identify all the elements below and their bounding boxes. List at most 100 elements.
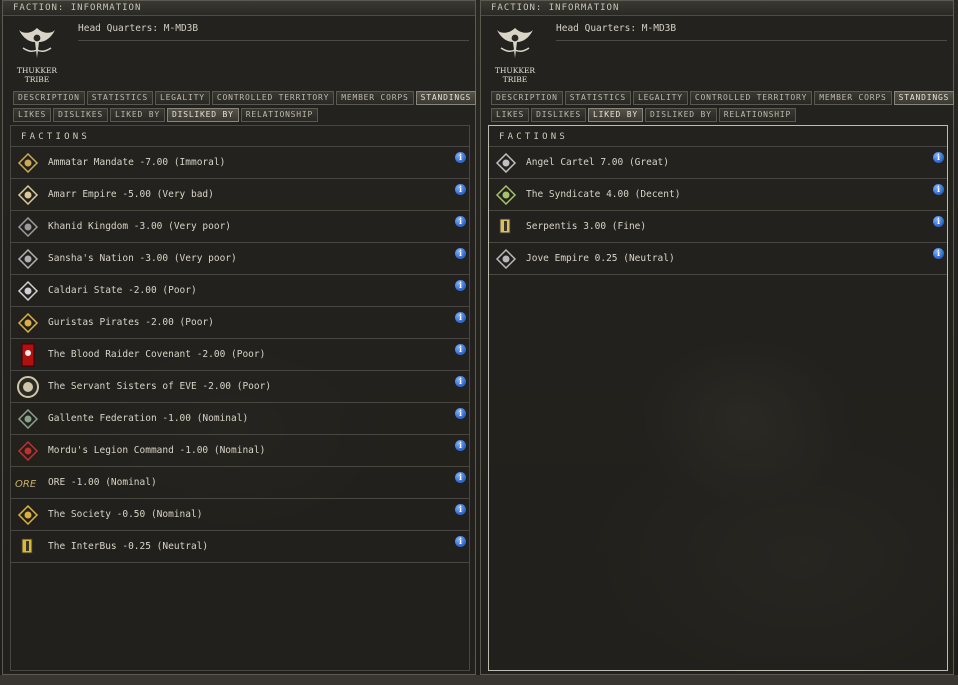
window-title[interactable]: FACTION: INFORMATION — [481, 1, 953, 16]
tab-legality[interactable]: LEGALITY — [632, 91, 688, 105]
info-icon[interactable]: i — [933, 216, 944, 227]
subtab-liked-by[interactable]: LIKED BY — [588, 108, 643, 122]
factions-header: FACTIONS — [11, 126, 469, 147]
tab-member-corps[interactable]: MEMBER CORPS — [814, 91, 892, 105]
window-title[interactable]: FACTION: INFORMATION — [3, 1, 475, 16]
amarr-icon — [14, 181, 42, 209]
thukker-tribe-icon — [497, 28, 533, 58]
list-item[interactable]: Amarr Empire -5.00 (Very bad) i — [11, 179, 469, 211]
info-icon[interactable]: i — [455, 504, 466, 515]
tab-standings[interactable]: STANDINGS — [893, 91, 955, 105]
info-icon[interactable]: i — [933, 248, 944, 259]
list-item[interactable]: Gallente Federation -1.00 (Nominal) i — [11, 403, 469, 435]
list-item[interactable]: ORE ORE -1.00 (Nominal) i — [11, 467, 469, 499]
faction-info-window: FACTION: INFORMATION THUKKER TRIBE Head … — [480, 0, 955, 675]
factions-list-panel[interactable]: FACTIONS Ammatar Mandate -7.00 (Immoral)… — [10, 125, 470, 671]
faction-standing-text: Amarr Empire -5.00 (Very bad) — [48, 189, 214, 200]
list-item[interactable]: Khanid Kingdom -3.00 (Very poor) i — [11, 211, 469, 243]
blood-raider-icon — [14, 341, 42, 369]
sansha-icon — [14, 245, 42, 273]
list-item[interactable]: Angel Cartel 7.00 (Great) i — [489, 147, 947, 179]
standings-subtabs: LIKES DISLIKES LIKED BY DISLIKED BY RELATION… — [491, 108, 797, 122]
faction-logo: THUKKER TRIBE — [489, 24, 541, 86]
interbus-icon — [14, 533, 42, 561]
society-icon — [14, 501, 42, 529]
list-item[interactable]: Sansha's Nation -3.00 (Very poor) i — [11, 243, 469, 275]
info-icon[interactable]: i — [455, 440, 466, 451]
info-icon[interactable]: i — [455, 216, 466, 227]
tab-description[interactable]: DESCRIPTION — [13, 91, 85, 105]
faction-standing-text: Ammatar Mandate -7.00 (Immoral) — [48, 157, 226, 168]
faction-standing-text: The Syndicate 4.00 (Decent) — [526, 189, 681, 200]
subtab-disliked-by[interactable]: DISLIKED BY — [166, 108, 239, 122]
subtab-disliked-by[interactable]: DISLIKED BY — [644, 108, 717, 122]
list-item[interactable]: The Blood Raider Covenant -2.00 (Poor) i — [11, 339, 469, 371]
info-icon[interactable]: i — [455, 472, 466, 483]
tab-standings[interactable]: STANDINGS — [415, 91, 477, 105]
list-item[interactable]: The Servant Sisters of EVE -2.00 (Poor) … — [11, 371, 469, 403]
thukker-tribe-icon — [19, 28, 55, 58]
list-item[interactable]: Serpentis 3.00 (Fine) i — [489, 211, 947, 243]
logo-line-2: TRIBE — [502, 75, 528, 84]
syndicate-icon — [492, 181, 520, 209]
list-item[interactable]: Caldari State -2.00 (Poor) i — [11, 275, 469, 307]
faction-logo: THUKKER TRIBE — [11, 24, 63, 86]
subtab-relationship[interactable]: RELATIONSHIP — [240, 108, 319, 122]
tab-description[interactable]: DESCRIPTION — [491, 91, 563, 105]
subtab-dislikes[interactable]: DISLIKES — [53, 108, 109, 122]
faction-standing-text: Serpentis 3.00 (Fine) — [526, 221, 647, 232]
tab-legality[interactable]: LEGALITY — [154, 91, 210, 105]
tab-statistics[interactable]: STATISTICS — [564, 91, 631, 105]
caldari-icon — [14, 277, 42, 305]
faction-standing-text: The Society -0.50 (Nominal) — [48, 509, 203, 520]
list-item[interactable]: The Society -0.50 (Nominal) i — [11, 499, 469, 531]
list-item[interactable]: Jove Empire 0.25 (Neutral) i — [489, 243, 947, 275]
standings-subtabs: LIKES DISLIKES LIKED BY DISLIKED BY RELATION… — [13, 108, 319, 122]
faction-standing-text: Khanid Kingdom -3.00 (Very poor) — [48, 221, 232, 232]
info-icon[interactable]: i — [933, 184, 944, 195]
subtab-dislikes[interactable]: DISLIKES — [531, 108, 587, 122]
gallente-icon — [14, 405, 42, 433]
guristas-icon — [14, 309, 42, 337]
faction-standing-text: The Blood Raider Covenant -2.00 (Poor) — [48, 349, 266, 360]
main-tabs: DESCRIPTION STATISTICS LEGALITY CONTROLLED … — [491, 91, 955, 105]
info-icon[interactable]: i — [455, 376, 466, 387]
info-icon[interactable]: i — [455, 184, 466, 195]
faction-header: THUKKER TRIBE Head Quarters: M-MD3B — [481, 16, 953, 90]
tab-controlled-territory[interactable]: CONTROLLED TERRITORY — [689, 91, 813, 105]
faction-standing-text: Angel Cartel 7.00 (Great) — [526, 157, 669, 168]
list-item[interactable]: The InterBus -0.25 (Neutral) i — [11, 531, 469, 563]
info-icon[interactable]: i — [933, 152, 944, 163]
info-icon[interactable]: i — [455, 280, 466, 291]
subtab-liked-by[interactable]: LIKED BY — [110, 108, 165, 122]
divider — [556, 40, 947, 41]
ammatar-icon — [14, 149, 42, 177]
faction-standing-text: Mordu's Legion Command -1.00 (Nominal) — [48, 445, 266, 456]
faction-logo-text: THUKKER TRIBE — [11, 66, 63, 84]
factions-list-panel[interactable]: FACTIONS Angel Cartel 7.00 (Great) i The… — [488, 125, 948, 671]
subtab-likes[interactable]: LIKES — [491, 108, 530, 122]
faction-standing-text: ORE -1.00 (Nominal) — [48, 477, 157, 488]
info-icon[interactable]: i — [455, 248, 466, 259]
subtab-likes[interactable]: LIKES — [13, 108, 52, 122]
subtab-relationship[interactable]: RELATIONSHIP — [718, 108, 797, 122]
info-icon[interactable]: i — [455, 152, 466, 163]
divider — [78, 40, 469, 41]
main-tabs: DESCRIPTION STATISTICS LEGALITY CONTROLLED … — [13, 91, 477, 105]
jove-icon — [492, 245, 520, 273]
faction-logo-text: THUKKER TRIBE — [489, 66, 541, 84]
list-item[interactable]: The Syndicate 4.00 (Decent) i — [489, 179, 947, 211]
logo-line-1: THUKKER — [16, 66, 58, 75]
faction-standing-text: The InterBus -0.25 (Neutral) — [48, 541, 209, 552]
list-item[interactable]: Guristas Pirates -2.00 (Poor) i — [11, 307, 469, 339]
list-item[interactable]: Mordu's Legion Command -1.00 (Nominal) i — [11, 435, 469, 467]
logo-line-2: TRIBE — [24, 75, 50, 84]
info-icon[interactable]: i — [455, 408, 466, 419]
tab-member-corps[interactable]: MEMBER CORPS — [336, 91, 414, 105]
tab-controlled-territory[interactable]: CONTROLLED TERRITORY — [211, 91, 335, 105]
info-icon[interactable]: i — [455, 312, 466, 323]
list-item[interactable]: Ammatar Mandate -7.00 (Immoral) i — [11, 147, 469, 179]
tab-statistics[interactable]: STATISTICS — [86, 91, 153, 105]
info-icon[interactable]: i — [455, 536, 466, 547]
info-icon[interactable]: i — [455, 344, 466, 355]
